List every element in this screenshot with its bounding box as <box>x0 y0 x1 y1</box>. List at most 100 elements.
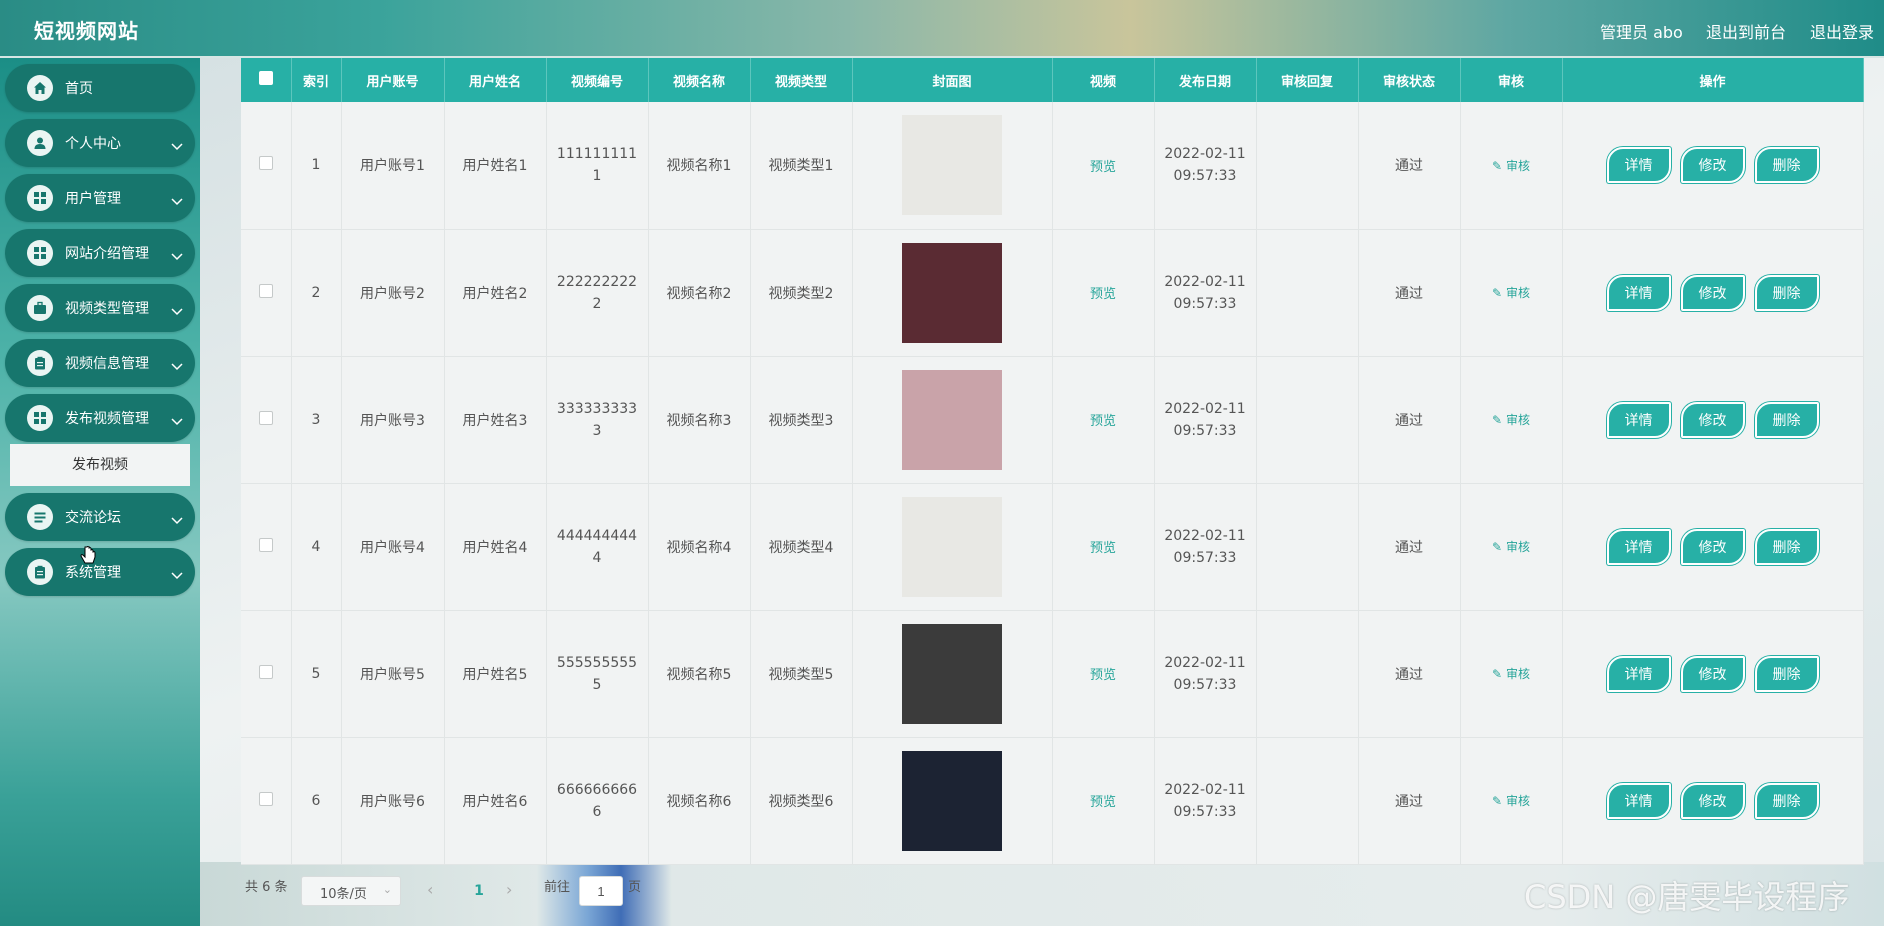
cell-name: 用户姓名5 <box>444 610 547 738</box>
cell-status: 通过 <box>1358 610 1461 738</box>
sidebar-item-label: 网站介绍管理 <box>65 246 149 262</box>
preview-link[interactable]: 预览 <box>1090 414 1116 429</box>
cover-image <box>902 369 1002 470</box>
detail-button[interactable]: 详情 <box>1606 528 1671 565</box>
row-select-cell[interactable] <box>241 737 292 865</box>
sidebar-item-7[interactable]: 交流论坛 <box>5 493 195 541</box>
cell-video: 预览 <box>1052 483 1155 611</box>
row-select-cell[interactable] <box>241 483 292 611</box>
edit-button[interactable]: 修改 <box>1680 655 1745 692</box>
row-checkbox[interactable] <box>258 664 273 679</box>
cell-video: 预览 <box>1052 610 1155 738</box>
row-select-cell[interactable] <box>241 102 292 230</box>
preview-link[interactable]: 预览 <box>1090 160 1116 175</box>
audit-button[interactable]: ✎ 审核 <box>1492 159 1530 173</box>
delete-button[interactable]: 删除 <box>1754 655 1819 692</box>
cell-account: 用户账号3 <box>341 356 445 484</box>
sidebar-item-2[interactable]: 用户管理 <box>5 174 195 222</box>
hand-cursor-icon <box>80 546 96 564</box>
cell-cover <box>852 737 1053 865</box>
exit-to-front-link[interactable]: 退出到前台 <box>1706 19 1786 43</box>
cell-reply <box>1256 229 1359 357</box>
cell-cover <box>852 356 1053 484</box>
delete-button[interactable]: 删除 <box>1754 274 1819 311</box>
sidebar-item-5[interactable]: 视频信息管理 <box>5 339 195 387</box>
edit-button[interactable]: 修改 <box>1680 782 1745 819</box>
sidebar-item-0[interactable]: 首页 <box>5 64 195 112</box>
sidebar-item-4[interactable]: 视频类型管理 <box>5 284 195 332</box>
row-checkbox[interactable] <box>258 410 273 425</box>
select-all-cell[interactable] <box>241 58 292 102</box>
row-select-cell[interactable] <box>241 229 292 357</box>
edit-button[interactable]: 修改 <box>1680 401 1745 438</box>
sidebar-item-1[interactable]: 个人中心 <box>5 119 195 167</box>
next-page-icon[interactable]: › <box>506 880 512 899</box>
sidebar-item-label: 个人中心 <box>65 136 121 152</box>
audit-button[interactable]: ✎ 审核 <box>1492 286 1530 300</box>
publish-date: 2022-02-11 <box>1164 527 1246 544</box>
cell-index: 5 <box>291 610 342 738</box>
cell-video-name: 视频名称2 <box>648 229 751 357</box>
detail-button[interactable]: 详情 <box>1606 147 1671 184</box>
row-checkbox[interactable] <box>258 791 273 806</box>
delete-button[interactable]: 删除 <box>1754 147 1819 184</box>
detail-button[interactable]: 详情 <box>1606 782 1671 819</box>
goto-page-input[interactable] <box>579 876 623 906</box>
delete-button[interactable]: 删除 <box>1754 401 1819 438</box>
audit-button[interactable]: ✎ 审核 <box>1492 540 1530 554</box>
table-row: 3 用户账号3 用户姓名3 3333333333 视频名称3 视频类型3 预览 2022-02… <box>241 356 1864 484</box>
cell-audit: ✎ 审核 <box>1460 610 1563 738</box>
data-table: 索引 用户账号 用户姓名 视频编号 视频名称 视频类型 封面图 视频 发布日期 审核回复 审核状态审… <box>241 58 1864 865</box>
cell-video-name: 视频名称6 <box>648 737 751 865</box>
sidebar-item-label: 交流论坛 <box>65 510 121 526</box>
sidebar-item-3[interactable]: 网站介绍管理 <box>5 229 195 277</box>
cell-status: 通过 <box>1358 737 1461 865</box>
preview-link[interactable]: 预览 <box>1090 287 1116 302</box>
row-checkbox[interactable] <box>258 283 273 298</box>
edit-button[interactable]: 修改 <box>1680 274 1745 311</box>
edit-button[interactable]: 修改 <box>1680 528 1745 565</box>
current-page-button[interactable]: 1 <box>459 876 499 906</box>
edit-button[interactable]: 修改 <box>1680 147 1745 184</box>
submenu-item-publish-video[interactable]: 发布视频 <box>10 444 190 486</box>
select-all-checkbox[interactable] <box>258 71 273 85</box>
cell-reply <box>1256 483 1359 611</box>
audit-button[interactable]: ✎ 审核 <box>1492 413 1530 427</box>
chevron-down-icon <box>171 301 183 320</box>
table-header-row: 索引 用户账号 用户姓名 视频编号 视频名称 视频类型 封面图 视频 发布日期 审核回复 审核状态审… <box>241 58 1864 102</box>
preview-link[interactable]: 预览 <box>1090 668 1116 683</box>
delete-button[interactable]: 删除 <box>1754 528 1819 565</box>
admin-label: 管理员 abo <box>1600 23 1683 42</box>
preview-link[interactable]: 预览 <box>1090 541 1116 556</box>
row-select-cell[interactable] <box>241 356 292 484</box>
sidebar-item-6[interactable]: 发布视频管理 <box>5 394 195 442</box>
row-checkbox[interactable] <box>258 537 273 552</box>
audit-button[interactable]: ✎ 审核 <box>1492 667 1530 681</box>
prev-page-icon[interactable]: ‹ <box>427 880 433 899</box>
cell-video: 预览 <box>1052 737 1155 865</box>
row-checkbox[interactable] <box>258 156 273 171</box>
chevron-down-icon <box>171 191 183 210</box>
logout-link[interactable]: 退出登录 <box>1810 19 1874 43</box>
page-size-select[interactable]: 10条/页 ⌄ <box>301 876 401 906</box>
row-select-cell[interactable] <box>241 610 292 738</box>
detail-button[interactable]: 详情 <box>1606 401 1671 438</box>
clipboard-icon <box>27 559 53 585</box>
cell-reply <box>1256 102 1359 230</box>
table-row: 1 用户账号1 用户姓名1 1111111111 视频名称1 视频类型1 预览 2022-02… <box>241 102 1864 230</box>
user-icon <box>27 130 53 156</box>
detail-button[interactable]: 详情 <box>1606 274 1671 311</box>
preview-link[interactable]: 预览 <box>1090 795 1116 810</box>
column-header: 视频编号 <box>546 58 649 102</box>
cover-image <box>902 115 1002 216</box>
chevron-down-icon: ⌄ <box>382 883 392 896</box>
delete-button[interactable]: 删除 <box>1754 782 1819 819</box>
publish-date: 2022-02-11 <box>1164 781 1246 798</box>
cell-video-type: 视频类型5 <box>750 610 853 738</box>
detail-button[interactable]: 详情 <box>1606 655 1671 692</box>
cell-audit: ✎ 审核 <box>1460 229 1563 357</box>
video-number: 6666666666 <box>556 781 638 820</box>
sidebar-item-label: 发布视频管理 <box>65 411 149 427</box>
sidebar-item-8[interactable]: 系统管理 <box>5 548 195 596</box>
audit-button[interactable]: ✎ 审核 <box>1492 794 1530 808</box>
